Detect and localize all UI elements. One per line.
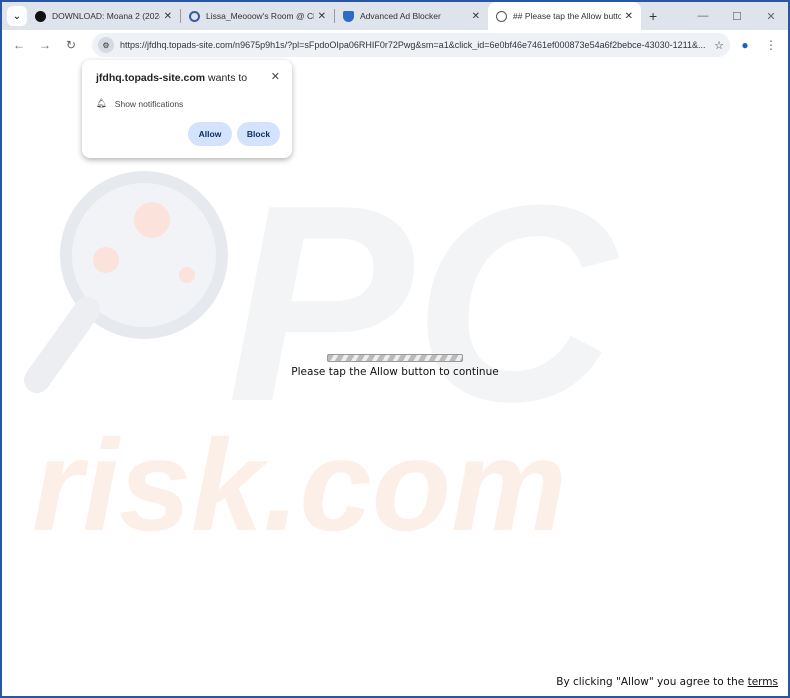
minimize-button[interactable]: — xyxy=(686,10,720,22)
back-button[interactable]: ← xyxy=(8,38,30,52)
permission-label: Show notifications xyxy=(114,98,184,109)
globe-icon xyxy=(496,10,507,22)
close-tab-icon[interactable]: ✕ xyxy=(472,11,480,22)
menu-icon[interactable]: ⋮ xyxy=(760,38,782,52)
tab-bar: ⌄ DOWNLOAD: Moana 2 (2024) F✕ Lissa_Meoo… xyxy=(2,2,788,30)
maximize-button[interactable]: ☐ xyxy=(720,10,754,23)
close-popup-icon[interactable]: ✕ xyxy=(271,70,280,83)
block-button[interactable]: Block xyxy=(237,122,280,146)
circle-logo-icon xyxy=(35,10,46,22)
popup-site: jfdhq.topads-site.com xyxy=(96,72,206,84)
notification-permission-popup: jfdhq.topads-site.com wants to ✕ 🔔︎ Show … xyxy=(82,60,292,158)
url-text[interactable]: https://jfdhq.topads-site.com/n9675p9h1s… xyxy=(120,40,708,50)
chat-logo-icon xyxy=(189,10,200,22)
instruction-message: Please tap the Allow button to continue xyxy=(291,366,499,378)
close-window-button[interactable]: ✕ xyxy=(754,10,788,23)
tab-chat[interactable]: Lissa_Meooow's Room @ Chat ✕ xyxy=(181,2,334,30)
forward-button[interactable]: → xyxy=(34,38,56,52)
close-tab-icon[interactable]: ✕ xyxy=(318,11,326,22)
terms-link[interactable]: terms xyxy=(748,676,778,688)
bell-icon: 🔔︎ xyxy=(96,98,107,108)
shield-icon xyxy=(343,10,354,22)
close-tab-icon[interactable]: ✕ xyxy=(164,11,172,22)
tab-search-button[interactable]: ⌄ xyxy=(7,6,27,26)
browser-window: ⌄ DOWNLOAD: Moana 2 (2024) F✕ Lissa_Meoo… xyxy=(2,2,788,696)
new-tab-button[interactable]: + xyxy=(649,8,657,24)
toolbar: ← → ↻ ⚙ https://jfdhq.topads-site.com/n9… xyxy=(2,30,788,60)
page-content: PC risk.com jfdhq.topads-site.com wants … xyxy=(2,60,788,696)
allow-button[interactable]: Allow xyxy=(188,122,232,146)
progress-bar xyxy=(327,354,463,362)
tab-current[interactable]: ## Please tap the Allow button ✕ xyxy=(488,2,641,30)
tab-adblocker[interactable]: Advanced Ad Blocker ✕ xyxy=(335,2,488,30)
bookmark-star-icon[interactable]: ☆ xyxy=(714,39,724,52)
profile-icon[interactable]: ● xyxy=(734,38,756,52)
svg-text:PC: PC xyxy=(227,148,619,460)
svg-text:risk.com: risk.com xyxy=(32,412,567,558)
site-info-icon[interactable]: ⚙ xyxy=(98,37,114,53)
address-bar[interactable]: ⚙ https://jfdhq.topads-site.com/n9675p9h… xyxy=(92,33,730,57)
close-tab-icon[interactable]: ✕ xyxy=(625,11,633,22)
footer-text: By clicking "Allow" you agree to the ter… xyxy=(556,676,778,688)
tab-moana[interactable]: DOWNLOAD: Moana 2 (2024) F✕ xyxy=(27,2,180,30)
reload-button[interactable]: ↻ xyxy=(60,38,82,52)
popup-wants: wants to xyxy=(208,72,248,84)
